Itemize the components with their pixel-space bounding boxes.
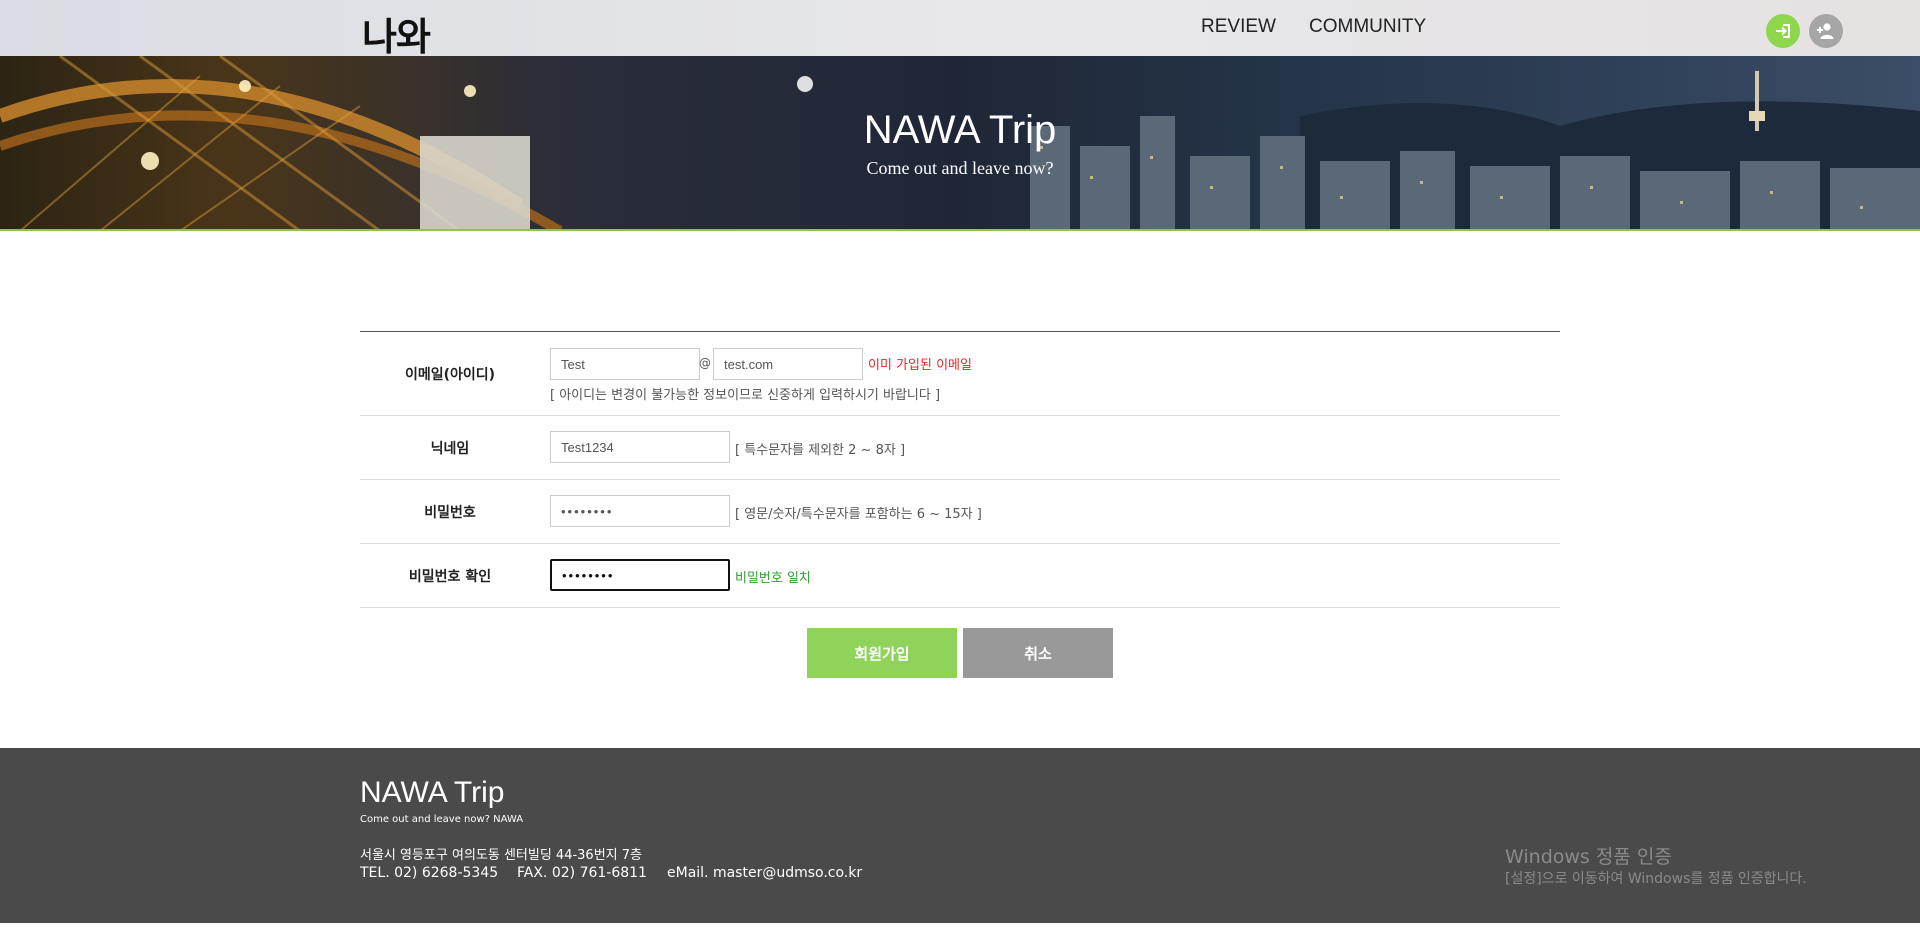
- footer-title: NAWA Trip: [360, 776, 505, 809]
- password-match-message: 비밀번호 일치: [735, 571, 811, 586]
- nav-review[interactable]: REVIEW: [1201, 16, 1276, 38]
- site-logo[interactable]: 나와: [362, 6, 431, 61]
- login-button[interactable]: [1766, 14, 1800, 48]
- password-confirm-label: 비밀번호 확인: [408, 569, 492, 585]
- footer-email: eMail. master@udmso.co.kr: [667, 865, 863, 881]
- top-navbar: 나와 REVIEW COMMUNITY: [0, 0, 1920, 59]
- footer: NAWA Trip Come out and leave now? NAWA 서…: [0, 748, 1920, 923]
- hero-banner: NAWA Trip Come out and leave now?: [0, 56, 1920, 231]
- password-row: 비밀번호 •••••••• [ 영문/숫자/특수문자를 포함하는 6 ~ 15자…: [360, 480, 1560, 544]
- email-domain-input[interactable]: test.com: [713, 348, 863, 380]
- nav-community[interactable]: COMMUNITY: [1309, 16, 1426, 38]
- footer-fax: FAX. 02) 761-6811: [517, 865, 647, 881]
- footer-tel: TEL. 02) 6268-5345: [360, 865, 499, 881]
- footer-address: 서울시 영등포구 여의도동 센터빌딩 44-36번지 7층: [360, 848, 642, 863]
- windows-activation-title: Windows 정품 인증: [1505, 846, 1672, 868]
- email-label: 이메일(아이디): [404, 367, 496, 383]
- add-user-icon: [1817, 23, 1834, 39]
- hero-divider: [0, 229, 1920, 231]
- hero-title: NAWA Trip: [863, 108, 1057, 152]
- nickname-row: 닉네임 Test1234 [ 특수문자를 제외한 2 ~ 8자 ]: [360, 416, 1560, 480]
- password-hint: [ 영문/숫자/특수문자를 포함하는 6 ~ 15자 ]: [735, 507, 982, 522]
- email-local-input[interactable]: Test: [550, 348, 700, 380]
- signup-button[interactable]: [1809, 14, 1843, 48]
- password-label: 비밀번호: [424, 505, 476, 521]
- windows-activation-text: [설정]으로 이동하여 Windows를 정품 인증합니다.: [1505, 871, 1807, 887]
- signup-submit-button[interactable]: 회원가입: [807, 628, 957, 678]
- cancel-button[interactable]: 취소: [963, 628, 1113, 678]
- email-row: 이메일(아이디) Test @ test.com 이미 가입된 이메일 [ 아이…: [360, 332, 1560, 416]
- password-confirm-input[interactable]: ••••••••: [550, 559, 730, 591]
- at-sign: @: [699, 356, 711, 370]
- password-input[interactable]: ••••••••: [550, 495, 730, 527]
- email-hint: [ 아이디는 변경이 불가능한 정보이므로 신중하게 입력하시기 바랍니다 ]: [550, 388, 941, 403]
- footer-subtitle: Come out and leave now? NAWA: [360, 814, 524, 825]
- nickname-label: 닉네임: [430, 441, 470, 457]
- nickname-input[interactable]: Test1234: [550, 431, 730, 463]
- nickname-hint: [ 특수문자를 제외한 2 ~ 8자 ]: [735, 443, 906, 458]
- email-error-message: 이미 가입된 이메일: [868, 358, 972, 373]
- hero-subtitle: Come out and leave now?: [866, 158, 1054, 178]
- password-confirm-row: 비밀번호 확인 •••••••• 비밀번호 일치: [360, 544, 1560, 608]
- login-icon: [1776, 24, 1790, 38]
